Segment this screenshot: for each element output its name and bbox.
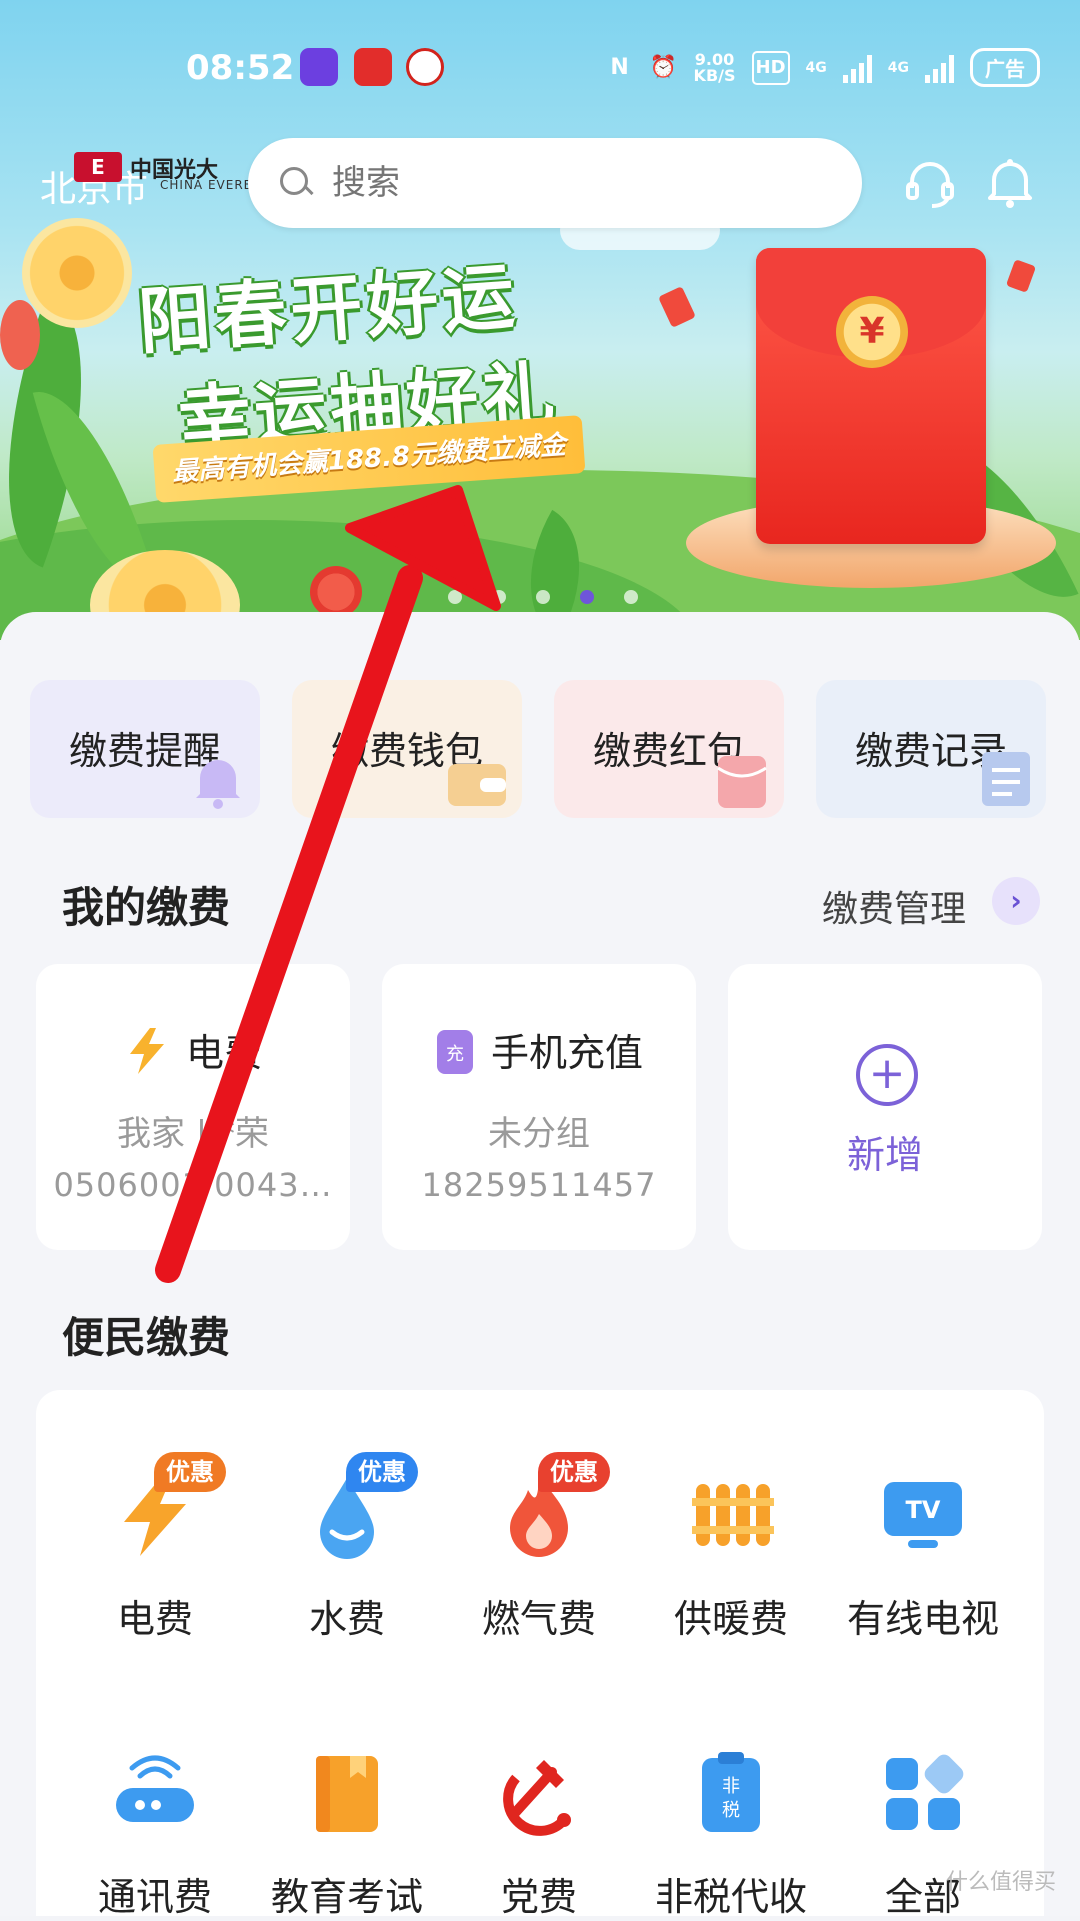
carousel-dot[interactable]: [492, 590, 506, 604]
search-icon: [278, 165, 314, 201]
service-cable-tv[interactable]: TV 有线电视: [828, 1470, 1018, 1643]
router-icon: [110, 1748, 200, 1838]
manage-payments-link[interactable]: 缴费管理: [822, 880, 966, 932]
tulip-decoration: [310, 566, 362, 618]
discount-badge: 优惠: [346, 1452, 418, 1492]
bank-app-icon: [300, 48, 338, 86]
book-icon: [302, 1748, 392, 1838]
quick-action-records[interactable]: 缴费记录: [816, 680, 1046, 818]
status-bar: 08:52 N ⏰ 9.00 KB/S HD 4G 4G 广告: [0, 30, 1080, 110]
add-payment-label: 新增: [846, 1133, 923, 1177]
service-telecom[interactable]: 通讯费: [60, 1748, 250, 1921]
service-gas[interactable]: 优惠 燃气费: [444, 1452, 634, 1643]
tulip-decoration: [0, 300, 40, 370]
service-water[interactable]: 优惠 水费: [252, 1452, 442, 1643]
nfc-icon: N: [610, 54, 629, 80]
service-label: 通讯费: [97, 1875, 212, 1919]
grid-all-icon: [878, 1748, 968, 1838]
quick-action-red-packet[interactable]: 缴费红包: [554, 680, 784, 818]
service-party-fees[interactable]: 党费: [444, 1748, 634, 1921]
service-label: 党费: [500, 1875, 577, 1919]
app-icon: [354, 48, 392, 86]
customer-service-icon[interactable]: [904, 158, 956, 210]
add-payment-card[interactable]: + 新增: [728, 964, 1042, 1250]
payment-card-account: 18259511457: [421, 1166, 657, 1204]
payment-card-group: 未分组: [488, 1114, 590, 1154]
signal-icon: [925, 53, 954, 83]
plus-icon: +: [856, 1044, 918, 1106]
payment-card-group: 我家 | *荣: [116, 1114, 270, 1154]
services-title: 便民缴费: [62, 1313, 231, 1362]
speed-unit: KB/S: [693, 65, 736, 85]
status-icons: N ⏰ 9.00 KB/S HD 4G 4G 广告: [606, 48, 1040, 87]
chevron-right-icon[interactable]: ›: [992, 877, 1040, 925]
network-type: 4G: [805, 59, 827, 76]
receipt-icon: [982, 752, 1030, 806]
payment-card-electricity[interactable]: 电费 我家 | *荣 0506001·0043…: [36, 964, 350, 1250]
carousel-dot[interactable]: [536, 590, 550, 604]
phone-recharge-icon: 充: [436, 1030, 473, 1074]
svg-text:充: 充: [446, 1044, 464, 1065]
party-emblem-icon: [494, 1748, 584, 1838]
service-label: 非税代收: [654, 1875, 807, 1919]
payment-card-name: 手机充值: [490, 1031, 643, 1075]
service-label: 供暖费: [673, 1597, 788, 1641]
service-education[interactable]: 教育考试: [252, 1748, 442, 1921]
clock: 08:52: [186, 48, 295, 88]
mini-envelope-decoration: [1005, 259, 1037, 293]
payment-card-name: 电费: [185, 1031, 262, 1075]
svg-text:TV: TV: [906, 1496, 941, 1524]
hd-icon: HD: [751, 50, 790, 85]
non-tax-icon: 非税: [686, 1748, 776, 1838]
lightning-icon: [129, 1028, 164, 1074]
tv-icon: TV: [878, 1470, 968, 1560]
notification-bell-icon[interactable]: [984, 154, 1036, 210]
watermark: 什么值得买: [945, 1870, 1056, 1895]
radiator-icon: [686, 1470, 776, 1560]
service-electricity[interactable]: 优惠 电费: [60, 1452, 250, 1643]
search-bar[interactable]: [248, 138, 862, 228]
service-label: 有线电视: [846, 1597, 999, 1641]
network-type: 4G: [887, 59, 909, 76]
service-label: 教育考试: [270, 1875, 423, 1919]
mini-envelope-decoration: [658, 286, 696, 328]
payment-card-title: 充 手机充值: [382, 1022, 696, 1077]
my-payments-title: 我的缴费: [62, 883, 231, 932]
wallet-icon: [448, 764, 506, 806]
flame-icon: 优惠: [494, 1452, 610, 1560]
bell-icon: [196, 760, 240, 809]
bank-logo-icon: [406, 48, 444, 86]
service-label: 燃气费: [481, 1597, 596, 1641]
lightning-icon: 优惠: [110, 1452, 226, 1560]
quick-action-reminder[interactable]: 缴费提醒: [30, 680, 260, 818]
red-packet-icon: [717, 756, 767, 808]
carousel-dot[interactable]: [624, 590, 638, 604]
payment-card-title: 电费: [36, 1022, 350, 1077]
flower-decoration: [22, 218, 132, 328]
discount-badge: 优惠: [154, 1452, 226, 1492]
coin-icon: ¥: [836, 296, 908, 368]
quick-action-wallet[interactable]: 缴费钱包: [292, 680, 522, 818]
svg-text:税: 税: [722, 1800, 740, 1821]
payment-card-account: 0506001·0043…: [53, 1166, 333, 1204]
payment-card-mobile-recharge[interactable]: 充 手机充值 未分组 18259511457: [382, 964, 696, 1250]
network-speed: 9.00 KB/S: [693, 51, 736, 85]
service-label: 电费: [116, 1597, 193, 1641]
service-non-tax[interactable]: 非税 非税代收: [636, 1748, 826, 1921]
svg-text:非: 非: [722, 1776, 740, 1797]
red-envelope-illustration: [756, 248, 986, 544]
carousel-indicator[interactable]: [448, 590, 638, 604]
water-drop-icon: 优惠: [302, 1452, 418, 1560]
bank-logo: E: [74, 152, 122, 182]
carousel-dot-active[interactable]: [580, 590, 594, 604]
service-heating[interactable]: 供暖费: [636, 1470, 826, 1643]
search-input[interactable]: [330, 162, 814, 204]
service-label: 水费: [308, 1597, 385, 1641]
signal-icon: [842, 53, 872, 83]
alarm-icon: ⏰: [649, 54, 678, 80]
discount-badge: 优惠: [538, 1452, 610, 1492]
carousel-dot[interactable]: [448, 590, 462, 604]
battery-ad-badge: 广告: [970, 48, 1040, 87]
